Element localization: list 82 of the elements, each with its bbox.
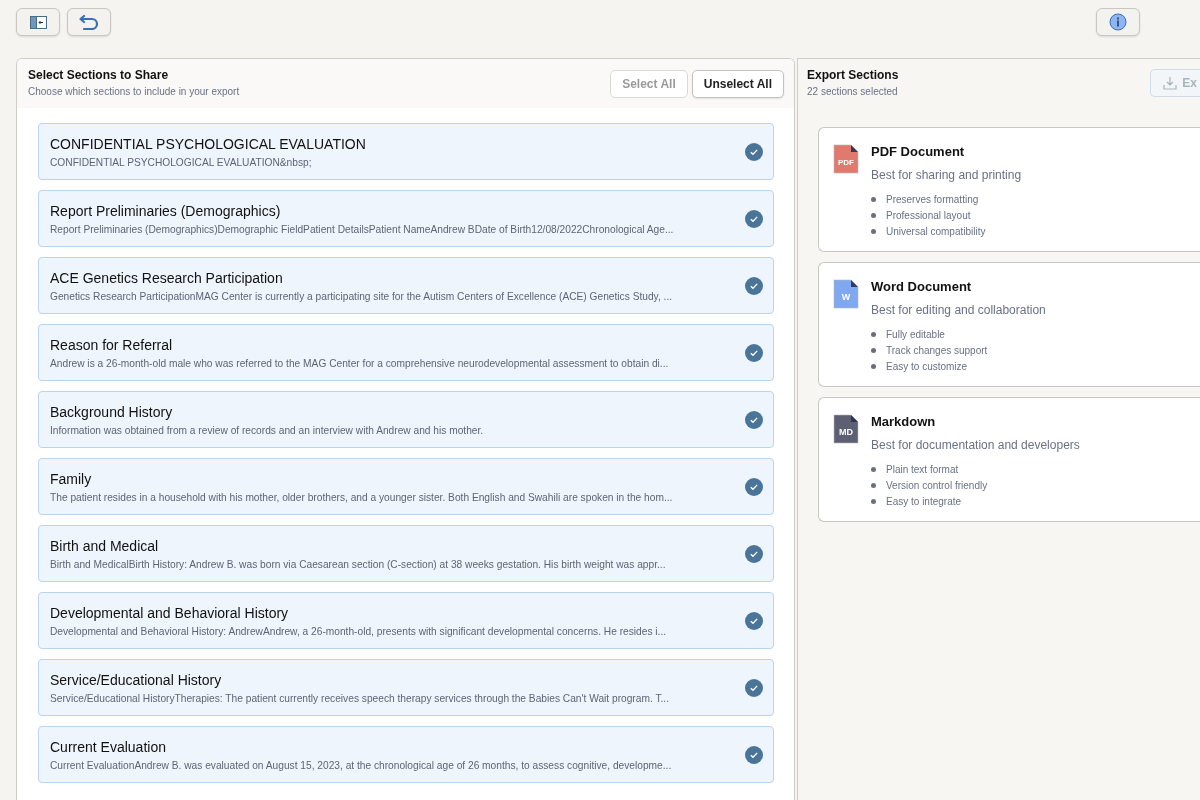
format-card[interactable]: MD Markdown Best for documentation and developers Plain text format Version control friendly Easy to integrate [818, 397, 1200, 522]
format-title: PDF Document [871, 144, 966, 159]
bullet-icon [871, 483, 876, 488]
section-title: Report Preliminaries (Demographics) [50, 202, 282, 219]
sidebar-button[interactable] [16, 8, 60, 36]
feature-text: Plain text format [886, 464, 959, 475]
section-item[interactable]: CONFIDENTIAL PSYCHOLOGICAL EVALUATION CONFIDENTIAL PSYCHOLOGICAL EVALUATION&nbsp; [38, 123, 774, 180]
section-preview: Birth and MedicalBirth History: Andrew B. was born via Caesarean section (C-section) at 38 weeks gestation. His birth weight was appr... [50, 558, 667, 570]
check-icon[interactable] [745, 142, 763, 161]
check-icon[interactable] [745, 678, 763, 697]
download-icon [1163, 76, 1178, 90]
selection-count: 22 sections selected [807, 86, 899, 97]
section-preview: Andrew is a 26-month-old male who was referred to the MAG Center for a comprehensive neurodevelopmental assessment to obtain di... [50, 357, 670, 369]
bullet-icon [871, 332, 876, 337]
panel-title: Export Sections [807, 68, 900, 82]
panel-title: Select Sections to Share [28, 68, 170, 82]
feature-text: Easy to integrate [886, 496, 962, 507]
section-title: ACE Genetics Research Participation [50, 269, 284, 286]
bullet-icon [871, 364, 876, 369]
format-card[interactable]: PDF PDF Document Best for sharing and printing Preserves formatting Professional layout Universal compatibility [818, 127, 1200, 252]
bullet-icon [871, 229, 876, 234]
bullet-icon [871, 467, 876, 472]
feature-text: Fully editable [886, 329, 945, 340]
section-item[interactable]: Reason for Referral Andrew is a 26-month-old male who was referred to the MAG Center for a comprehensive neurodevelopmental assessment to obtain di... [38, 324, 774, 381]
section-preview: Report Preliminaries (Demographics)Demographic FieldPatient DetailsPatient NameAndrew BDate of Birth12/08/2022Chronological Age... [50, 223, 675, 235]
section-title: Background History [50, 403, 174, 420]
section-item[interactable]: Birth and Medical Birth and MedicalBirth History: Andrew B. was born via Caesarean section (C-section) at 38 weeks gestation. His birth weight was appr... [38, 525, 774, 582]
check-icon[interactable] [745, 209, 763, 228]
format-card[interactable]: W Word Document Best for editing and collaboration Fully editable Track changes support Easy to customize [818, 262, 1200, 387]
format-description: Best for sharing and printing [871, 168, 1022, 182]
format-description: Best for editing and collaboration [871, 303, 1046, 317]
panel-subtitle: Choose which sections to include in your export [28, 86, 241, 97]
unselect-all-button[interactable]: Unselect All [691, 70, 784, 98]
section-item[interactable]: Service/Educational History Service/Educational HistoryTherapies: The patient currently receives speech therapy services through the Babies Can't Wait program. T... [38, 659, 774, 716]
section-title: Developmental and Behavioral History [50, 604, 290, 621]
bullet-icon [871, 348, 876, 353]
section-item[interactable]: ACE Genetics Research Participation Genetics Research ParticipationMAG Center is currently a participating site for the Autism Centers of Excellence (ACE) Genetics Study, ... [38, 257, 774, 314]
check-icon[interactable] [745, 544, 763, 563]
feature-text: Track changes support [886, 345, 988, 356]
section-preview: Genetics Research ParticipationMAG Center is currently a participating site for the Autism Centers of Excellence (ACE) Genetics Study, ... [50, 290, 674, 302]
check-icon[interactable] [745, 611, 763, 630]
section-preview: The patient resides in a household with his mother, older brothers, and a younger sister. Both English and Swahili are spoken in the hom... [50, 491, 674, 503]
check-icon[interactable] [745, 745, 763, 764]
undo-button[interactable] [67, 8, 111, 36]
section-title: Current Evaluation [50, 738, 167, 755]
format-description: Best for documentation and developers [871, 438, 1080, 452]
check-icon[interactable] [745, 477, 763, 496]
feature-text: Easy to customize [886, 361, 968, 372]
feature-text: Version control friendly [886, 480, 988, 491]
bullet-icon [871, 197, 876, 202]
sidebar-icon [29, 15, 47, 29]
feature-text: Preserves formatting [886, 194, 979, 205]
feature-text: Universal compatibility [886, 226, 986, 237]
check-icon[interactable] [745, 276, 763, 295]
section-title: Family [50, 470, 93, 487]
section-item[interactable]: Developmental and Behavioral History Developmental and Behavioral History: AndrewAndrew, a 26-month-old, presents with significant developmental concerns. He resides i... [38, 592, 774, 649]
file-icon: MD [833, 414, 859, 444]
section-item[interactable]: Family The patient resides in a household with his mother, older brothers, and a younger sister. Both English and Swahili are spoken in the hom... [38, 458, 774, 515]
section-preview: Developmental and Behavioral History: AndrewAndrew, a 26-month-old, presents with significant developmental concerns. He resides i... [50, 625, 668, 637]
check-icon[interactable] [745, 410, 763, 429]
file-icon: PDF [833, 144, 859, 174]
feature-text: Professional layout [886, 210, 971, 221]
section-item[interactable]: Report Preliminaries (Demographics) Report Preliminaries (Demographics)Demographic FieldPatient DetailsPatient NameAndrew BDate of Birth12/08/2022Chronological Age... [38, 190, 774, 247]
check-icon[interactable] [745, 343, 763, 362]
section-title: Birth and Medical [50, 537, 160, 554]
section-preview: Current EvaluationAndrew B. was evaluated on August 15, 2023, at the chronological age of 26 months, to assess cognitive, developme... [50, 759, 673, 771]
bullet-icon [871, 213, 876, 218]
section-preview: CONFIDENTIAL PSYCHOLOGICAL EVALUATION&nbsp; [50, 156, 313, 168]
section-preview: Information was obtained from a review of records and an interview with Andrew and his mother. [50, 424, 485, 436]
info-button[interactable] [1096, 8, 1140, 36]
section-title: Reason for Referral [50, 336, 174, 353]
file-icon: W [833, 279, 859, 309]
undo-icon [79, 14, 99, 30]
section-item[interactable]: Background History Information was obtained from a review of records and an interview with Andrew and his mother. [38, 391, 774, 448]
format-title: Word Document [871, 279, 973, 294]
bullet-icon [871, 499, 876, 504]
info-icon [1109, 13, 1127, 31]
section-preview: Service/Educational HistoryTherapies: The patient currently receives speech therapy services through the Babies Can't Wait program. T... [50, 692, 670, 704]
format-title: Markdown [871, 414, 937, 429]
section-title: Service/Educational History [50, 671, 223, 688]
section-title: CONFIDENTIAL PSYCHOLOGICAL EVALUATION [50, 135, 367, 152]
section-item[interactable]: Current Evaluation Current EvaluationAndrew B. was evaluated on August 15, 2023, at the chronological age of 26 months, to assess cognitive, developme... [38, 726, 774, 783]
